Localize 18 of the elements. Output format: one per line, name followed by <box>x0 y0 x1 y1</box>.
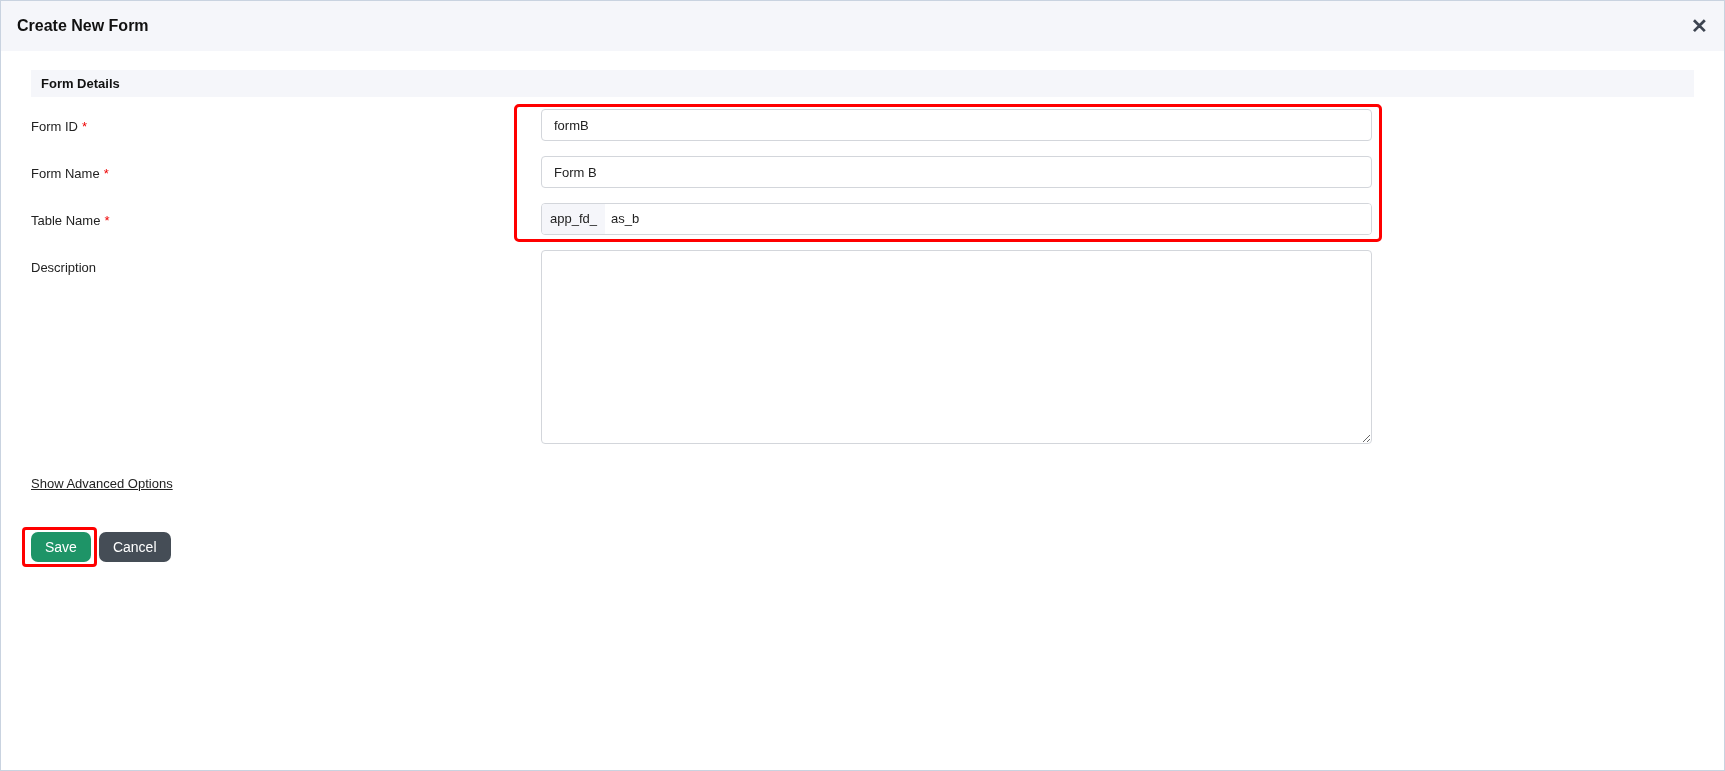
field-prefix: app_fd_ <box>542 204 605 234</box>
field-label: Description <box>31 260 97 275</box>
required-mark: * <box>103 166 109 181</box>
field-label: Table Name <box>31 213 101 228</box>
required-mark: * <box>81 119 87 134</box>
cancel-button[interactable]: Cancel <box>98 532 171 562</box>
show-advanced-options-link[interactable]: Show Advanced Options <box>31 476 173 491</box>
required-mark: * <box>104 213 110 228</box>
save-button[interactable]: Save <box>31 532 91 562</box>
dialog-title: Create New Form <box>17 16 149 36</box>
field-label: Form ID <box>31 119 78 134</box>
text-field[interactable]: Form B <box>541 156 1372 188</box>
close-button[interactable]: ✕ <box>1683 11 1716 41</box>
field-label: Form Name <box>31 166 100 181</box>
text-field[interactable]: formB <box>541 109 1372 141</box>
section-title: Form Details <box>41 74 120 93</box>
description-field[interactable] <box>541 250 1372 444</box>
table-name-field[interactable]: app_fd_ as_b <box>541 203 1372 235</box>
